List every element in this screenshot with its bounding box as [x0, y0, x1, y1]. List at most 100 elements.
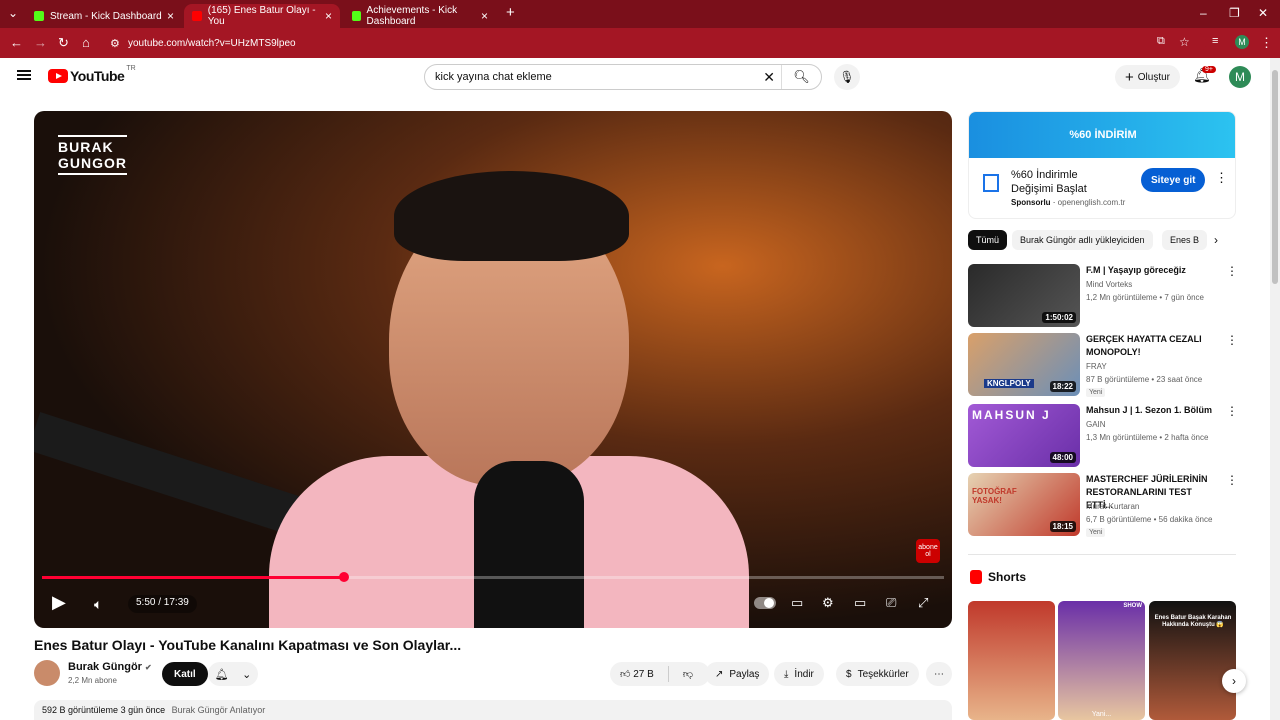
forward-icon[interactable]: → — [34, 35, 47, 50]
search-value: kick yayına chat ekleme — [435, 71, 552, 83]
fullscreen-icon[interactable]: ⤢ — [918, 595, 928, 611]
filter-chips: Tümü Burak Güngör adlı yükleyiciden Enes… — [968, 230, 1236, 252]
dislike-button[interactable]: 👎︎ — [683, 668, 693, 680]
tab-title: Stream - Kick Dashboard — [50, 10, 162, 22]
rec-title[interactable]: GERÇEK HAYATTA CEZALI MONOPOLY! — [1086, 333, 1218, 359]
watermark-line-1: BURAK — [58, 139, 114, 155]
browser-tab-achievements[interactable]: Achievements - Kick Dashboard × — [344, 4, 496, 28]
maximize-icon[interactable]: ❐ — [1229, 6, 1240, 20]
more-vertical-icon[interactable]: ⋮ — [1226, 473, 1238, 487]
subscription-bell-button[interactable]: 🔔︎ ⌄ — [208, 662, 258, 686]
more-vertical-icon[interactable]: ⋮ — [1226, 404, 1238, 418]
join-button[interactable]: Katıl — [162, 662, 208, 686]
volume-icon[interactable]: 🔈︎ — [94, 596, 102, 613]
video-thumbnail[interactable]: KNGLPOLY 18:22 — [968, 333, 1080, 396]
video-thumbnail[interactable]: MAHSUN J 48:00 — [968, 404, 1080, 467]
close-icon[interactable]: × — [481, 9, 488, 23]
list-item[interactable]: MAHSUN J 48:00 Mahsun J | 1. Sezon 1. Bö… — [968, 404, 1238, 468]
download-icon: ⤓ — [784, 668, 789, 680]
presenter-hair — [394, 171, 629, 261]
thumbnail-text: MAHSUN J — [972, 408, 1051, 422]
download-button[interactable]: ⤓ İndir — [774, 662, 824, 686]
sponsored-ad[interactable]: %60 İNDİRİM %60 İndirimle Değişimi Başla… — [968, 111, 1236, 219]
video-title: Enes Batur Olayı - YouTube Kanalını Kapa… — [34, 637, 462, 653]
rec-channel: Murat Kurtaran — [1086, 502, 1140, 511]
list-item[interactable]: 1:50:02 F.M | Yaşayıp göreceğiz Mind Vor… — [968, 264, 1238, 328]
settings-gear-icon[interactable]: ⚙ — [822, 595, 834, 611]
voice-search-button[interactable]: 🎙︎ — [834, 64, 860, 90]
rec-title[interactable]: Mahsun J | 1. Sezon 1. Bölüm — [1086, 404, 1218, 417]
cast-icon[interactable]: ⎚ — [886, 595, 896, 611]
search-input[interactable]: kick yayına chat ekleme ✕ 🔍︎ — [424, 64, 822, 90]
close-icon[interactable]: × — [325, 9, 332, 23]
search-button[interactable]: 🔍︎ — [781, 65, 821, 89]
site-info-icon[interactable]: ⚙ — [110, 37, 120, 50]
subtitles-icon[interactable]: ▭ — [791, 595, 803, 611]
back-icon[interactable]: ← — [10, 35, 23, 50]
visit-site-button[interactable]: Siteye git — [1141, 168, 1206, 192]
list-item[interactable]: KNGLPOLY 18:22 GERÇEK HAYATTA CEZALI MON… — [968, 333, 1238, 397]
video-player[interactable]: BURAK GUNGOR abone ol ▶ 🔈︎ 5:50 / 17:39 … — [34, 111, 952, 628]
chip-all[interactable]: Tümü — [968, 230, 1008, 250]
install-app-icon[interactable]: ⧉ — [1157, 35, 1165, 48]
rec-meta: 87 B görüntüleme • 23 saat önce — [1086, 375, 1203, 384]
play-icon[interactable]: ▶ — [52, 592, 66, 613]
browser-tab-youtube[interactable]: (165) Enes Batur Olayı - You × — [184, 4, 340, 28]
scrollbar-thumb[interactable] — [1272, 70, 1278, 284]
tab-search-icon[interactable]: ⌄ — [8, 6, 18, 20]
video-thumbnail[interactable]: FOTOĞRAF YASAK! 18:15 — [968, 473, 1080, 536]
reload-icon[interactable]: ↻ — [58, 35, 69, 51]
create-button[interactable]: + Oluştur — [1115, 65, 1180, 89]
list-item[interactable]: FOTOĞRAF YASAK! 18:15 MASTERCHEF JÜRİLER… — [968, 473, 1238, 537]
browser-tab-stream[interactable]: Stream - Kick Dashboard × — [26, 4, 182, 28]
youtube-logo[interactable]: YouTube TR — [48, 65, 136, 84]
share-button[interactable]: ↗ Paylaş — [705, 662, 770, 686]
short-item[interactable]: Enes Batur Başak Karahan Hakkında Konuşt… — [1149, 601, 1236, 720]
channel-name[interactable]: Burak Güngör ✔ — [68, 661, 152, 673]
more-vertical-icon[interactable]: ⋮ — [1215, 170, 1228, 186]
ad-domain: openenglish.com.tr — [1057, 198, 1126, 207]
upload-date: 3 gün önce — [120, 705, 166, 715]
more-actions-button[interactable]: ⋯ — [926, 662, 952, 686]
rec-title[interactable]: F.M | Yaşayıp göreceğiz — [1086, 264, 1218, 277]
clear-search-icon[interactable]: ✕ — [763, 69, 775, 86]
youtube-header: YouTube TR kick yayına chat ekleme ✕ 🔍︎ … — [0, 58, 1270, 96]
bookmark-star-icon[interactable]: ☆ — [1179, 35, 1190, 49]
description-box[interactable]: 592 B görüntüleme 3 gün önce Burak Güngö… — [34, 700, 952, 720]
shorts-title: Shorts — [988, 570, 1027, 584]
ad-banner[interactable]: %60 İNDİRİM — [969, 112, 1235, 158]
duration-badge: 18:15 — [1049, 521, 1076, 532]
theater-mode-icon[interactable]: ▭ — [854, 595, 866, 611]
channel-avatar[interactable] — [34, 660, 60, 686]
minimize-icon[interactable]: – — [1200, 6, 1207, 20]
chip-enes[interactable]: Enes B — [1162, 230, 1208, 250]
ad-title[interactable]: %60 İndirimle Değişimi Başlat — [1011, 168, 1111, 196]
url-field[interactable]: ⚙ youtube.com/watch?v=UHzMTS9lpeo — [106, 32, 1206, 54]
window-close-icon[interactable]: ✕ — [1258, 6, 1268, 20]
home-icon[interactable]: ⌂ — [82, 35, 90, 50]
chevron-right-icon[interactable]: › — [1214, 233, 1218, 247]
plus-icon: + — [1125, 68, 1134, 86]
like-button[interactable]: 👍︎ 27 B — [620, 668, 654, 680]
browser-menu-icon[interactable]: ⋮ — [1260, 35, 1273, 51]
subscribe-overlay[interactable]: abone ol — [916, 539, 940, 563]
queue-icon[interactable]: ≡ — [1212, 35, 1218, 47]
progress-fill — [42, 576, 345, 579]
new-tab-button[interactable]: + — [506, 4, 515, 21]
browser-profile-avatar[interactable]: M — [1235, 35, 1249, 49]
short-item[interactable] — [968, 601, 1055, 720]
thanks-button[interactable]: $ Teşekkürler — [836, 662, 919, 686]
chip-from-uploader[interactable]: Burak Güngör adlı yükleyiciden — [1012, 230, 1153, 250]
more-vertical-icon[interactable]: ⋮ — [1226, 264, 1238, 278]
menu-icon[interactable] — [17, 70, 31, 80]
progress-bar[interactable] — [42, 572, 944, 582]
close-icon[interactable]: × — [167, 9, 174, 23]
microphone-prop — [474, 461, 584, 628]
short-item[interactable]: SHOW Yani... — [1058, 601, 1145, 720]
more-vertical-icon[interactable]: ⋮ — [1226, 333, 1238, 347]
account-avatar[interactable]: M — [1229, 66, 1251, 88]
chevron-right-icon[interactable]: › — [1222, 669, 1246, 693]
video-thumbnail[interactable]: 1:50:02 — [968, 264, 1080, 327]
autoplay-toggle[interactable] — [754, 597, 776, 609]
duration-badge: 18:22 — [1049, 381, 1076, 392]
